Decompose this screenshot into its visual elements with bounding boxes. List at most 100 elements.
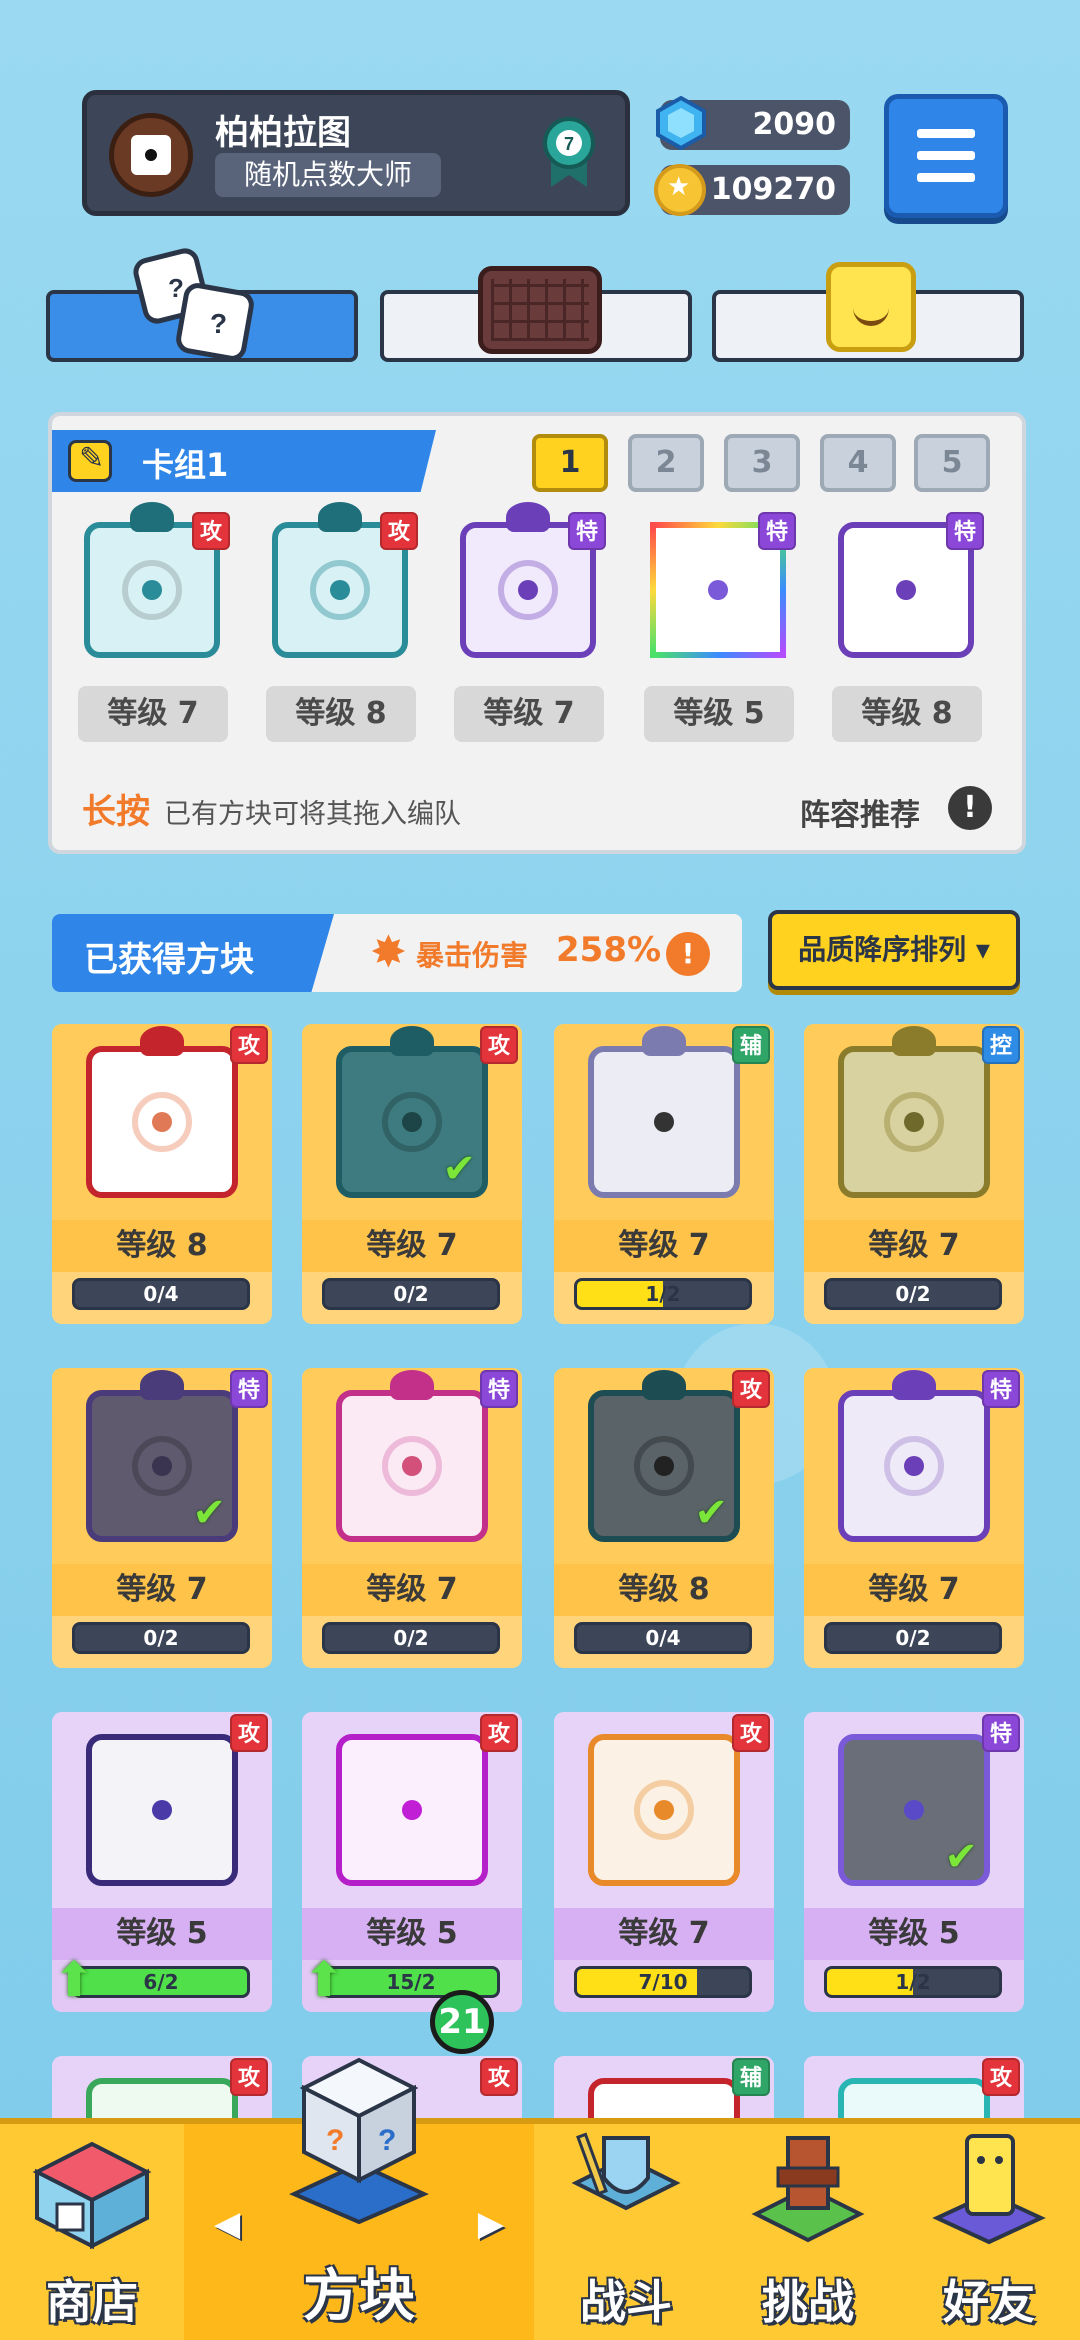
upgrade-arrow-icon[interactable]: ⬆ bbox=[304, 1952, 344, 2008]
dice-card[interactable]: ✔ 特 等级 7 0/2 bbox=[52, 1368, 272, 1668]
type-tag: 特 bbox=[480, 1370, 518, 1408]
pip-icon bbox=[152, 1800, 172, 1820]
pip-icon bbox=[904, 1800, 924, 1820]
card-art: 特 bbox=[804, 1368, 1024, 1564]
info-icon[interactable]: ! bbox=[948, 786, 992, 830]
deck-slot[interactable]: 特 bbox=[450, 502, 606, 664]
dice-card[interactable]: 攻 等级 8 0/4 bbox=[52, 1024, 272, 1324]
bottom-nav: 商店 ◀ ? ? ▶ 方块 战斗 挑战 好友 bbox=[0, 2057, 1080, 2340]
type-tag: 特 bbox=[230, 1370, 268, 1408]
nav-battle[interactable]: 战斗 bbox=[534, 2124, 718, 2340]
dice-tile: ✔ bbox=[336, 1046, 488, 1198]
rank-ribbon-icon[interactable]: 7 bbox=[543, 117, 595, 189]
gem-icon bbox=[656, 96, 706, 150]
progress-bar: 0/2 bbox=[322, 1622, 500, 1654]
progress-text: 0/2 bbox=[393, 1282, 429, 1306]
deck-slot[interactable]: 攻 bbox=[262, 502, 418, 664]
pip-icon bbox=[904, 1456, 924, 1476]
progress-text: 7/10 bbox=[638, 1970, 688, 1994]
dragon-head-icon bbox=[140, 1026, 184, 1056]
pip-icon bbox=[654, 1800, 674, 1820]
dragon-head-icon bbox=[642, 1026, 686, 1056]
pip-icon bbox=[708, 580, 728, 600]
pip-icon bbox=[142, 580, 162, 600]
nav-dice[interactable]: ◀ ? ? ▶ 方块 bbox=[184, 2057, 534, 2340]
avatar[interactable] bbox=[109, 113, 193, 197]
dragon-head-icon bbox=[892, 1370, 936, 1400]
dice-card[interactable]: ✔ 攻 等级 8 0/4 bbox=[554, 1368, 774, 1668]
deck-slot[interactable]: 特 bbox=[828, 512, 984, 664]
menu-line-icon bbox=[917, 151, 975, 160]
dice-card[interactable]: 特 等级 7 0/2 bbox=[302, 1368, 522, 1668]
card-level: 等级 7 bbox=[804, 1220, 1024, 1272]
board-icon bbox=[478, 266, 602, 354]
deck-number-3[interactable]: 3 bbox=[724, 434, 800, 492]
check-icon: ✔ bbox=[944, 1834, 978, 1880]
menu-line-icon bbox=[917, 129, 975, 138]
friend-character-icon bbox=[932, 2134, 1046, 2245]
nav-challenge-label: 挑战 bbox=[762, 2275, 854, 2329]
pip-icon bbox=[152, 1456, 172, 1476]
card-art: 控 bbox=[804, 1024, 1024, 1220]
deck-slot[interactable]: 攻 bbox=[74, 502, 230, 664]
progress-text: 0/2 bbox=[393, 1626, 429, 1650]
notification-badge: 21 bbox=[430, 1990, 494, 2054]
owned-label: 已获得方块 bbox=[84, 940, 254, 980]
sort-button[interactable]: 品质降序排列 ▾ bbox=[768, 910, 1020, 990]
lineup-recommend-link[interactable]: 阵容推荐 bbox=[800, 790, 920, 834]
type-tag: 攻 bbox=[732, 1370, 770, 1408]
type-tag: 特 bbox=[982, 1370, 1020, 1408]
dice-card[interactable]: 辅 等级 7 1/2 bbox=[554, 1024, 774, 1324]
type-tag: 辅 bbox=[732, 1026, 770, 1064]
type-tag: 攻 bbox=[230, 1714, 268, 1752]
progress-bar: 0/2 bbox=[322, 1278, 500, 1310]
menu-button[interactable] bbox=[884, 94, 1008, 218]
deck-number-1[interactable]: 1 bbox=[532, 434, 608, 492]
dragon-head-icon bbox=[130, 502, 174, 532]
type-tag: 攻 bbox=[380, 512, 418, 550]
arrow-right-icon[interactable]: ▶ bbox=[478, 2204, 504, 2244]
progress-bar: 7/10 bbox=[574, 1966, 752, 1998]
menu-line-icon bbox=[917, 173, 975, 182]
card-art: 辅 bbox=[554, 1024, 774, 1220]
dice-tile bbox=[336, 1390, 488, 1542]
progress-text: 1/2 bbox=[895, 1970, 931, 1994]
nav-challenge[interactable]: 挑战 bbox=[718, 2124, 898, 2340]
dice-card[interactable]: ✔ 攻 等级 7 0/2 bbox=[302, 1024, 522, 1324]
dice-tile bbox=[838, 1046, 990, 1198]
dice-card[interactable]: 控 等级 7 0/2 bbox=[804, 1024, 1024, 1324]
nav-shop[interactable]: 商店 bbox=[0, 2124, 184, 2340]
dice-card[interactable]: 攻 等级 7 7/10 bbox=[554, 1712, 774, 2012]
arrow-left-icon[interactable]: ◀ bbox=[214, 2204, 240, 2244]
nav-friends[interactable]: 好友 bbox=[898, 2124, 1080, 2340]
type-tag: 辅 bbox=[732, 2058, 770, 2096]
dice-tile: ✔ bbox=[86, 1390, 238, 1542]
deck-number-2[interactable]: 2 bbox=[628, 434, 704, 492]
pip-icon bbox=[654, 1456, 674, 1476]
nav-dice-label: 方块 bbox=[303, 2264, 415, 2329]
mystery-dice-icon: ? ? bbox=[289, 2057, 429, 2224]
card-art: 攻 bbox=[52, 1024, 272, 1220]
player-profile[interactable]: 柏柏拉图 随机点数大师 7 bbox=[82, 90, 630, 216]
dice-card[interactable]: 特 等级 7 0/2 bbox=[804, 1368, 1024, 1668]
progress-text: 0/2 bbox=[895, 1626, 931, 1650]
dice-card[interactable]: 攻 等级 5 15/2 ⬆ bbox=[302, 1712, 522, 2012]
player-title: 随机点数大师 bbox=[215, 153, 441, 197]
dragon-head-icon bbox=[506, 502, 550, 532]
dice-card[interactable]: 攻 等级 5 6/2 ⬆ bbox=[52, 1712, 272, 2012]
progress-text: 0/2 bbox=[143, 1626, 179, 1650]
edit-pencil-icon[interactable] bbox=[68, 440, 112, 482]
dragon-head-icon bbox=[318, 502, 362, 532]
deck-slot[interactable]: 特 bbox=[640, 512, 796, 664]
info-icon[interactable]: ! bbox=[666, 932, 710, 976]
upgrade-arrow-icon[interactable]: ⬆ bbox=[54, 1952, 94, 2008]
progress-text: 0/2 bbox=[895, 1282, 931, 1306]
dragon-head-icon bbox=[390, 1026, 434, 1056]
card-art: 攻 bbox=[52, 1712, 272, 1908]
owned-header: 已获得方块 ✸ 暴击伤害 258% ! bbox=[52, 914, 742, 992]
deck-number-4[interactable]: 4 bbox=[820, 434, 896, 492]
card-art: ✔ 特 bbox=[804, 1712, 1024, 1908]
pip-icon bbox=[654, 1112, 674, 1132]
dice-card[interactable]: ✔ 特 等级 5 1/2 bbox=[804, 1712, 1024, 2012]
deck-number-5[interactable]: 5 bbox=[914, 434, 990, 492]
